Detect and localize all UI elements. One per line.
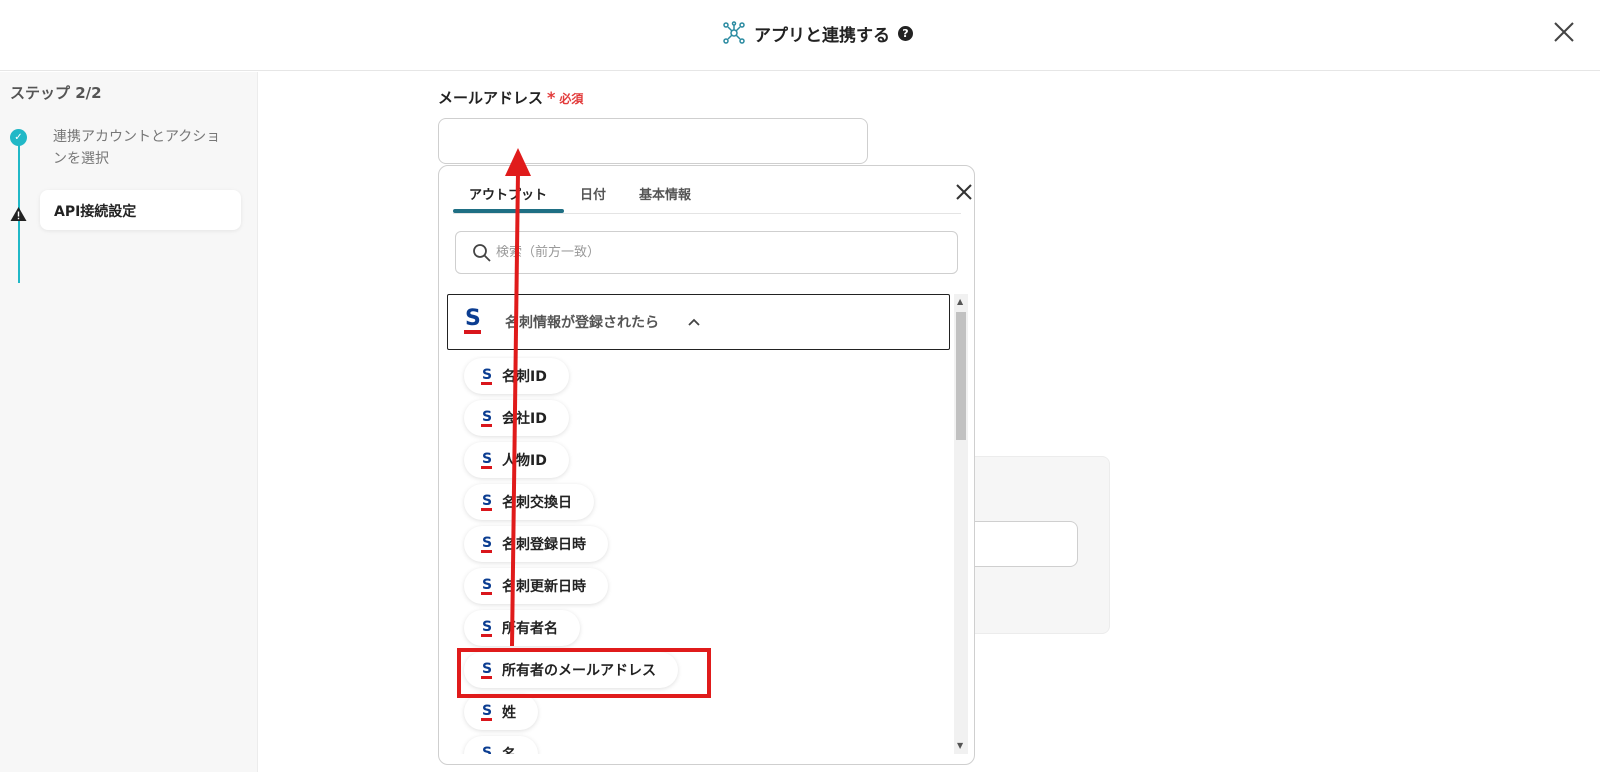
email-input[interactable] [438,118,868,164]
check-icon: ✓ [10,129,27,146]
list-item-label: 所有者名 [502,621,558,637]
popup-tabs: アウトプット 日付 基本情報 [453,166,972,214]
svg-text:S: S [482,619,492,635]
list-item-label: 名刺ID [502,369,547,385]
svg-text:S: S [482,451,492,467]
list-item[interactable]: S名 [464,736,538,754]
svg-text:S: S [482,577,492,593]
tab-output[interactable]: アウトプット [469,184,547,203]
modal-header: アプリと連携する ? [0,0,1600,71]
active-tab-indicator [453,209,564,213]
list-item[interactable]: S姓 [464,694,538,730]
svg-text:S: S [482,745,492,754]
svg-text:S: S [482,535,492,551]
sansan-logo-icon: S [464,306,481,334]
help-icon[interactable]: ? [898,25,913,41]
background-input[interactable] [960,521,1078,567]
required-badge: 必須 [559,92,584,106]
list-item-label: 名刺更新日時 [502,579,586,595]
step-2-item[interactable]: API接続設定 [40,190,241,230]
sansan-logo-icon: S [481,703,492,721]
sansan-logo-icon: S [481,367,492,385]
sansan-logo-icon: S [481,535,492,553]
email-field-label: メールアドレス * 必須 [438,87,583,108]
modal-title-text: アプリと連携する [754,25,890,46]
output-group-header[interactable]: S 名刺情報が登録されたら [447,294,950,350]
scroll-down-icon[interactable]: ▼ [957,741,963,750]
sansan-logo-icon: S [481,619,492,637]
svg-text:S: S [482,367,492,383]
list-item[interactable]: S 名刺更新日時 [464,568,608,604]
network-icon [723,21,745,44]
list-item[interactable]: S 名刺ID [464,358,569,394]
svg-text:S: S [482,409,492,425]
sansan-logo-icon: S [481,451,492,469]
list-item[interactable]: S 名刺登録日時 [464,526,608,562]
step-2-label: API接続設定 [54,204,137,220]
scrollbar[interactable]: ▲ ▼ [954,294,968,754]
scrollbar-thumb[interactable] [956,312,966,440]
list-item[interactable]: S 名刺交換日 [464,484,594,520]
required-mark: * [547,88,556,107]
sansan-logo-icon: S [481,577,492,595]
svg-text:S: S [482,493,492,509]
close-icon[interactable] [955,183,973,201]
search-input[interactable] [496,245,916,260]
list-item[interactable]: S 人物ID [464,442,569,478]
search-box [455,231,958,274]
group-title: 名刺情報が登録されたら [505,315,659,331]
step-1-label[interactable]: 連携アカウントとアクションを選択 [53,126,233,170]
close-icon[interactable] [1552,20,1576,44]
search-icon [473,243,491,262]
modal-title: アプリと連携する ? [722,18,913,48]
list-item[interactable]: S 所有者名 [464,610,580,646]
sansan-logo-icon: S [481,409,492,427]
list-item-label: 名刺交換日 [502,495,572,511]
email-label-text: メールアドレス [438,89,544,107]
annotation-highlight-box [457,648,711,698]
svg-text:S: S [482,703,492,719]
list-item-label: 名刺登録日時 [502,537,586,553]
chevron-up-icon [688,318,700,326]
warning-icon [10,207,27,221]
scroll-up-icon[interactable]: ▲ [957,297,963,306]
tab-basic-info[interactable]: 基本情報 [639,184,691,203]
list-item-label: 人物ID [502,453,547,469]
tab-date[interactable]: 日付 [580,184,606,203]
sansan-logo-icon: S [481,493,492,511]
svg-text:S: S [465,306,481,331]
list-item-label: 会社ID [502,411,547,427]
sansan-logo-icon: S [482,745,492,754]
step-counter: ステップ 2/2 [10,84,102,102]
list-item-label: 名 [502,744,516,754]
list-item-label: 姓 [502,705,516,721]
list-item[interactable]: S 会社ID [464,400,569,436]
step-sidebar: ステップ 2/2 ✓ 連携アカウントとアクションを選択 API接続設定 [0,72,258,772]
